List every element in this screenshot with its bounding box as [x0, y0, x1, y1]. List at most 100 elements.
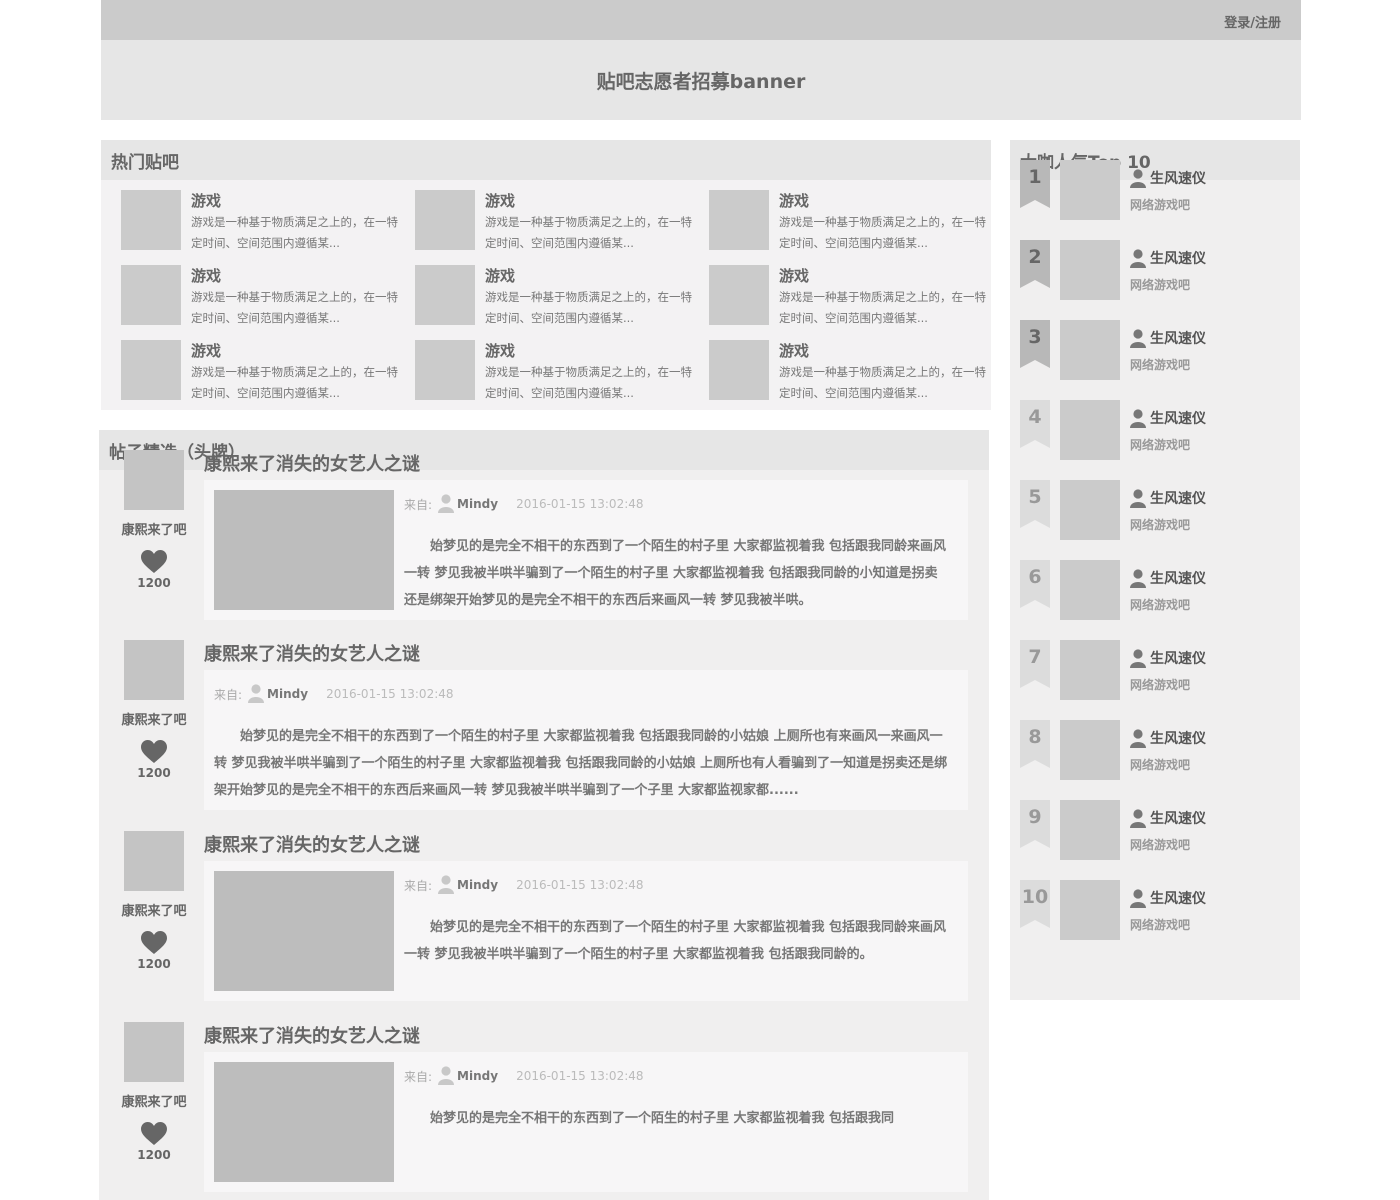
user-name-row[interactable]: 生风速仪: [1130, 728, 1206, 748]
top10-item[interactable]: 9 生风速仪 网络游戏吧: [1010, 800, 1300, 880]
heart-icon[interactable]: [141, 931, 167, 955]
user-name-row[interactable]: 生风速仪: [1130, 648, 1206, 668]
hot-bar-name[interactable]: 游戏: [779, 340, 809, 361]
hot-bar-name[interactable]: 游戏: [485, 190, 515, 211]
user-name[interactable]: 生风速仪: [1150, 328, 1206, 348]
user-name[interactable]: 生风速仪: [1150, 488, 1206, 508]
post-image[interactable]: [214, 871, 394, 991]
forum-avatar[interactable]: [124, 831, 184, 891]
hot-bar-name[interactable]: 游戏: [485, 340, 515, 361]
hot-bar-name[interactable]: 游戏: [191, 190, 221, 211]
hot-bar-thumbnail[interactable]: [709, 190, 769, 250]
hot-bar-item[interactable]: 游戏 游戏是一种基于物质满足之上的，在一特定时间、空间范围内遵循某...: [121, 190, 406, 255]
hot-bar-item[interactable]: 游戏 游戏是一种基于物质满足之上的，在一特定时间、空间范围内遵循某...: [415, 190, 700, 255]
post-card[interactable]: 来自: Mindy 2016-01-15 13:02:48 始梦见的是完全不相干…: [204, 480, 968, 620]
post-title[interactable]: 康熙来了消失的女艺人之谜: [204, 831, 420, 857]
user-name[interactable]: 生风速仪: [1150, 568, 1206, 588]
hot-bar-thumbnail[interactable]: [415, 190, 475, 250]
post-card[interactable]: 来自: Mindy 2016-01-15 13:02:48 始梦见的是完全不相干…: [204, 1052, 968, 1192]
user-forum[interactable]: 网络游戏吧: [1130, 756, 1190, 773]
hot-bar-item[interactable]: 游戏 游戏是一种基于物质满足之上的，在一特定时间、空间范围内遵循某...: [709, 265, 994, 330]
post-author[interactable]: Mindy: [457, 497, 498, 511]
post-author[interactable]: Mindy: [457, 878, 498, 892]
post-author[interactable]: Mindy: [457, 1069, 498, 1083]
hot-bar-name[interactable]: 游戏: [485, 265, 515, 286]
user-avatar[interactable]: [1060, 480, 1120, 540]
user-forum[interactable]: 网络游戏吧: [1130, 436, 1190, 453]
user-avatar[interactable]: [1060, 320, 1120, 380]
user-avatar[interactable]: [1060, 640, 1120, 700]
user-avatar[interactable]: [1060, 720, 1120, 780]
forum-avatar[interactable]: [124, 1022, 184, 1082]
post-forum-name[interactable]: 康熙来了吧: [99, 709, 209, 728]
user-name[interactable]: 生风速仪: [1150, 648, 1206, 668]
user-forum[interactable]: 网络游戏吧: [1130, 916, 1190, 933]
post-title[interactable]: 康熙来了消失的女艺人之谜: [204, 640, 420, 666]
user-name[interactable]: 生风速仪: [1150, 408, 1206, 428]
user-name-row[interactable]: 生风速仪: [1130, 808, 1206, 828]
hot-bar-item[interactable]: 游戏 游戏是一种基于物质满足之上的，在一特定时间、空间范围内遵循某...: [709, 340, 994, 405]
user-avatar[interactable]: [1060, 240, 1120, 300]
top10-item[interactable]: 10 生风速仪 网络游戏吧: [1010, 880, 1300, 960]
hot-bar-item[interactable]: 游戏 游戏是一种基于物质满足之上的，在一特定时间、空间范围内遵循某...: [121, 340, 406, 405]
heart-icon[interactable]: [141, 1122, 167, 1146]
user-avatar[interactable]: [1060, 800, 1120, 860]
forum-avatar[interactable]: [124, 640, 184, 700]
user-avatar[interactable]: [1060, 160, 1120, 220]
top10-item[interactable]: 6 生风速仪 网络游戏吧: [1010, 560, 1300, 640]
top10-item[interactable]: 8 生风速仪 网络游戏吧: [1010, 720, 1300, 800]
hot-bar-thumbnail[interactable]: [709, 265, 769, 325]
user-forum[interactable]: 网络游戏吧: [1130, 676, 1190, 693]
user-avatar[interactable]: [1060, 560, 1120, 620]
user-name-row[interactable]: 生风速仪: [1130, 568, 1206, 588]
post-card[interactable]: 来自: Mindy 2016-01-15 13:02:48 始梦见的是完全不相干…: [204, 861, 968, 1001]
user-forum[interactable]: 网络游戏吧: [1130, 356, 1190, 373]
hot-bar-name[interactable]: 游戏: [779, 190, 809, 211]
top10-item[interactable]: 5 生风速仪 网络游戏吧: [1010, 480, 1300, 560]
post-forum-name[interactable]: 康熙来了吧: [99, 900, 209, 919]
user-forum[interactable]: 网络游戏吧: [1130, 596, 1190, 613]
hot-bar-thumbnail[interactable]: [121, 190, 181, 250]
user-name[interactable]: 生风速仪: [1150, 728, 1206, 748]
user-name-row[interactable]: 生风速仪: [1130, 488, 1206, 508]
hot-bar-thumbnail[interactable]: [415, 340, 475, 400]
top10-item[interactable]: 4 生风速仪 网络游戏吧: [1010, 400, 1300, 480]
hot-bar-name[interactable]: 游戏: [191, 340, 221, 361]
hot-bar-thumbnail[interactable]: [121, 265, 181, 325]
user-name-row[interactable]: 生风速仪: [1130, 408, 1206, 428]
hot-bar-thumbnail[interactable]: [709, 340, 769, 400]
user-name[interactable]: 生风速仪: [1150, 888, 1206, 908]
hot-bar-item[interactable]: 游戏 游戏是一种基于物质满足之上的，在一特定时间、空间范围内遵循某...: [415, 265, 700, 330]
post-forum-name[interactable]: 康熙来了吧: [99, 519, 209, 538]
hot-bar-item[interactable]: 游戏 游戏是一种基于物质满足之上的，在一特定时间、空间范围内遵循某...: [415, 340, 700, 405]
user-name-row[interactable]: 生风速仪: [1130, 248, 1206, 268]
volunteer-banner[interactable]: 贴吧志愿者招募banner: [101, 40, 1301, 120]
post-title[interactable]: 康熙来了消失的女艺人之谜: [204, 1022, 420, 1048]
top10-item[interactable]: 7 生风速仪 网络游戏吧: [1010, 640, 1300, 720]
hot-bar-name[interactable]: 游戏: [191, 265, 221, 286]
forum-avatar[interactable]: [124, 450, 184, 510]
user-forum[interactable]: 网络游戏吧: [1130, 276, 1190, 293]
post-author[interactable]: Mindy: [267, 687, 308, 701]
heart-icon[interactable]: [141, 550, 167, 574]
user-name[interactable]: 生风速仪: [1150, 168, 1206, 188]
user-name-row[interactable]: 生风速仪: [1130, 328, 1206, 348]
top10-item[interactable]: 3 生风速仪 网络游戏吧: [1010, 320, 1300, 400]
post-forum-name[interactable]: 康熙来了吧: [99, 1091, 209, 1110]
user-name[interactable]: 生风速仪: [1150, 248, 1206, 268]
top10-item[interactable]: 1 生风速仪 网络游戏吧: [1010, 160, 1300, 240]
heart-icon[interactable]: [141, 740, 167, 764]
user-forum[interactable]: 网络游戏吧: [1130, 196, 1190, 213]
post-image[interactable]: [214, 1062, 394, 1182]
user-forum[interactable]: 网络游戏吧: [1130, 836, 1190, 853]
user-forum[interactable]: 网络游戏吧: [1130, 516, 1190, 533]
user-name-row[interactable]: 生风速仪: [1130, 168, 1206, 188]
user-name[interactable]: 生风速仪: [1150, 808, 1206, 828]
hot-bar-name[interactable]: 游戏: [779, 265, 809, 286]
post-image[interactable]: [214, 490, 394, 610]
user-avatar[interactable]: [1060, 880, 1120, 940]
hot-bar-thumbnail[interactable]: [121, 340, 181, 400]
post-title[interactable]: 康熙来了消失的女艺人之谜: [204, 450, 420, 476]
hot-bar-item[interactable]: 游戏 游戏是一种基于物质满足之上的，在一特定时间、空间范围内遵循某...: [121, 265, 406, 330]
post-card[interactable]: 来自: Mindy 2016-01-15 13:02:48 始梦见的是完全不相干…: [204, 670, 968, 810]
